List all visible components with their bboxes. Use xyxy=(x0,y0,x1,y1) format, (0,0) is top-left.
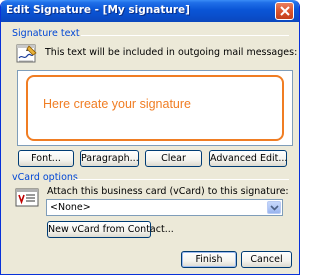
vcard-attach-label: Attach this business card (vCard) to thi… xyxy=(47,186,289,197)
clear-button[interactable]: Clear xyxy=(145,150,202,167)
signature-pen-icon xyxy=(15,42,39,66)
signature-editor[interactable]: Here create your signature xyxy=(17,70,293,146)
cancel-button[interactable]: Cancel xyxy=(241,251,292,268)
vcard-group-title: vCard options xyxy=(12,172,78,183)
advanced-edit-button[interactable]: Advanced Edit... xyxy=(209,150,287,167)
close-icon xyxy=(280,6,290,16)
vcard-group-divider xyxy=(75,179,289,180)
paragraph-button[interactable]: Paragraph... xyxy=(80,150,139,167)
new-vcard-from-contact-button[interactable]: New vCard from Contact... xyxy=(47,221,174,238)
signature-group-divider xyxy=(81,35,289,36)
edit-signature-dialog: Edit Signature - [My signature] Signatur… xyxy=(0,0,300,275)
title-bar[interactable]: Edit Signature - [My signature] xyxy=(1,0,299,22)
window-title: Edit Signature - [My signature] xyxy=(6,4,190,16)
signature-group-title: Signature text xyxy=(12,28,80,39)
signature-frame: Here create your signature xyxy=(26,75,284,141)
vcard-icon xyxy=(15,187,39,209)
chevron-down-icon xyxy=(270,205,279,211)
close-button[interactable] xyxy=(275,2,294,20)
finish-button[interactable]: Finish xyxy=(181,251,237,268)
font-button[interactable]: Font... xyxy=(18,150,74,167)
dropdown-button[interactable] xyxy=(267,201,281,214)
signature-content: Here create your signature xyxy=(43,97,191,111)
signature-instruction: This text will be included in outgoing m… xyxy=(45,47,298,58)
vcard-selected-value: <None> xyxy=(50,202,91,213)
vcard-select[interactable]: <None> xyxy=(46,199,283,216)
